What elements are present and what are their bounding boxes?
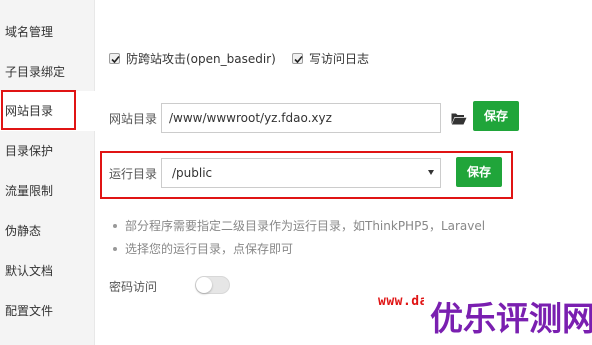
password-access-label: 密码访问	[109, 280, 158, 294]
bullet-icon	[113, 246, 117, 251]
bullet-icon	[113, 223, 117, 228]
site-dir-input[interactable]	[161, 103, 441, 133]
tip-item: 选择您的运行目录，点保存即可	[113, 240, 293, 257]
run-dir-select[interactable]: /public	[161, 158, 441, 188]
checkmark-icon	[294, 55, 303, 64]
folder-open-icon[interactable]	[451, 112, 467, 125]
sidebar: 域名管理 子目录绑定 网站目录 目录保护 流量限制 伪静态 默认文档 配置文件	[0, 0, 95, 345]
tip-item: 部分程序需要指定二级目录作为运行目录，如ThinkPHP5，Laravel	[113, 217, 485, 234]
toggle-knob	[196, 277, 212, 293]
run-dir-label: 运行目录	[109, 167, 158, 181]
checkmark-icon	[111, 55, 120, 64]
password-access-toggle[interactable]	[195, 276, 230, 294]
sidebar-item-traffic-limit[interactable]: 流量限制	[0, 171, 94, 211]
site-dir-save-button[interactable]: 保存	[473, 101, 519, 131]
access-log-checkbox[interactable]	[292, 53, 303, 64]
sidebar-item-config-file[interactable]: 配置文件	[0, 291, 94, 331]
tip-text: 选择您的运行目录，点保存即可	[125, 242, 294, 256]
anti-xss-label: 防跨站攻击(open_basedir)	[126, 52, 276, 66]
sidebar-item-default-document[interactable]: 默认文档	[0, 251, 94, 291]
anti-xss-checkbox[interactable]	[109, 53, 120, 64]
watermark-brand-logo: 优乐评测网	[430, 299, 592, 338]
watermark-url: www.da	[378, 294, 428, 309]
caret-down-icon	[428, 170, 434, 175]
sidebar-item-rewrite[interactable]: 伪静态	[0, 211, 94, 251]
access-log-label: 写访问日志	[309, 52, 370, 66]
sidebar-item-site-directory[interactable]: 网站目录	[0, 91, 95, 131]
run-dir-selected-value: /public	[172, 166, 213, 180]
sidebar-item-directory-protection[interactable]: 目录保护	[0, 131, 94, 171]
tip-text: 部分程序需要指定二级目录作为运行目录，如ThinkPHP5，Laravel	[125, 219, 486, 233]
sidebar-item-domain-management[interactable]: 域名管理	[0, 12, 94, 52]
site-dir-label: 网站目录	[109, 112, 158, 126]
sidebar-item-subdirectory-binding[interactable]: 子目录绑定	[0, 52, 94, 92]
run-dir-save-button[interactable]: 保存	[456, 157, 502, 187]
